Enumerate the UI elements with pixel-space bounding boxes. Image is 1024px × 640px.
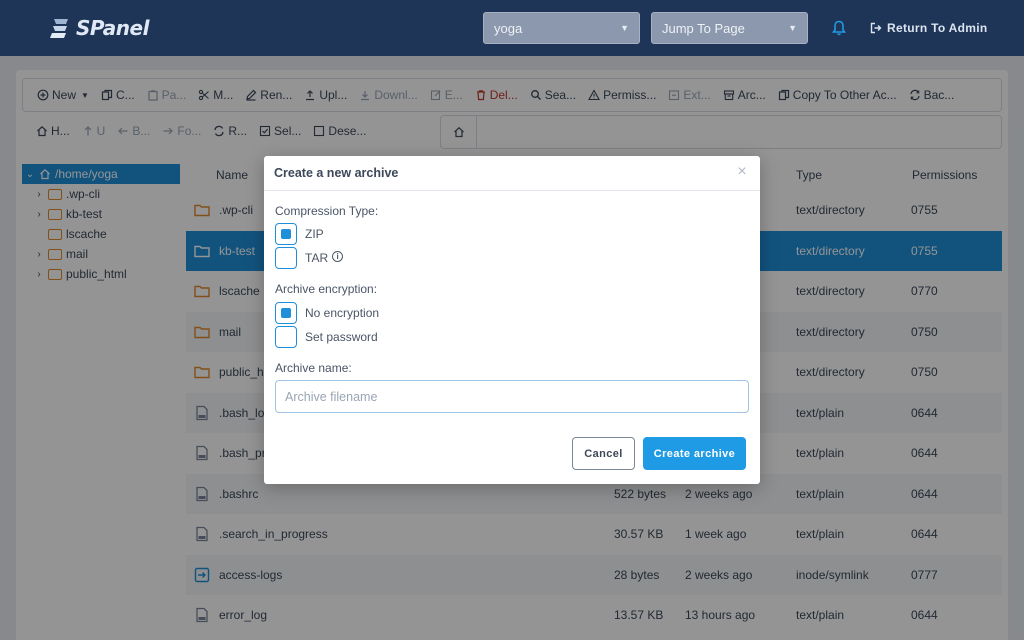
close-icon[interactable]: × xyxy=(734,163,750,181)
tar-label: TAR xyxy=(305,251,329,265)
archive-name-input[interactable] xyxy=(275,380,749,413)
no-encryption-label: No encryption xyxy=(305,306,380,320)
return-to-admin-label: Return To Admin xyxy=(887,21,988,35)
info-icon[interactable]: i xyxy=(332,250,344,262)
jump-select-value: Jump To Page xyxy=(662,20,745,36)
option-no-encryption[interactable]: No encryption xyxy=(275,302,379,324)
bell-icon[interactable] xyxy=(832,20,846,36)
set-password-checkbox[interactable] xyxy=(275,326,297,348)
logo-text: SPanel xyxy=(76,16,149,40)
jump-to-page-select[interactable]: Jump To Page ▼ xyxy=(651,12,808,44)
option-set-password[interactable]: Set password xyxy=(275,326,378,348)
create-archive-dialog: Create a new archive × Compression Type:… xyxy=(264,156,760,484)
zip-checkbox[interactable] xyxy=(275,223,297,245)
zip-label: ZIP xyxy=(305,227,324,241)
user-select[interactable]: yoga ▼ xyxy=(483,12,640,44)
spanel-logo-icon xyxy=(50,19,68,38)
tar-checkbox[interactable] xyxy=(275,247,297,269)
chevron-down-icon: ▼ xyxy=(620,23,629,33)
dialog-header: Create a new archive × xyxy=(264,156,760,191)
chevron-down-icon: ▼ xyxy=(788,23,797,33)
sign-out-icon xyxy=(870,22,882,34)
compression-type-label: Compression Type: xyxy=(275,204,379,218)
user-select-value: yoga xyxy=(494,20,523,36)
option-tar[interactable]: TAR i xyxy=(275,247,344,269)
option-zip[interactable]: ZIP xyxy=(275,223,324,245)
dialog-title: Create a new archive xyxy=(274,166,399,180)
return-to-admin-link[interactable]: Return To Admin xyxy=(870,21,988,35)
archive-encryption-label: Archive encryption: xyxy=(275,282,378,296)
set-password-label: Set password xyxy=(305,330,378,344)
spanel-logo[interactable]: SPanel xyxy=(50,14,149,42)
no-encryption-checkbox[interactable] xyxy=(275,302,297,324)
top-bar: SPanel yoga ▼ Jump To Page ▼ Return To A… xyxy=(0,0,1024,56)
archive-name-label: Archive name: xyxy=(275,361,352,375)
create-archive-button[interactable]: Create archive xyxy=(643,437,746,470)
cancel-button[interactable]: Cancel xyxy=(572,437,635,470)
